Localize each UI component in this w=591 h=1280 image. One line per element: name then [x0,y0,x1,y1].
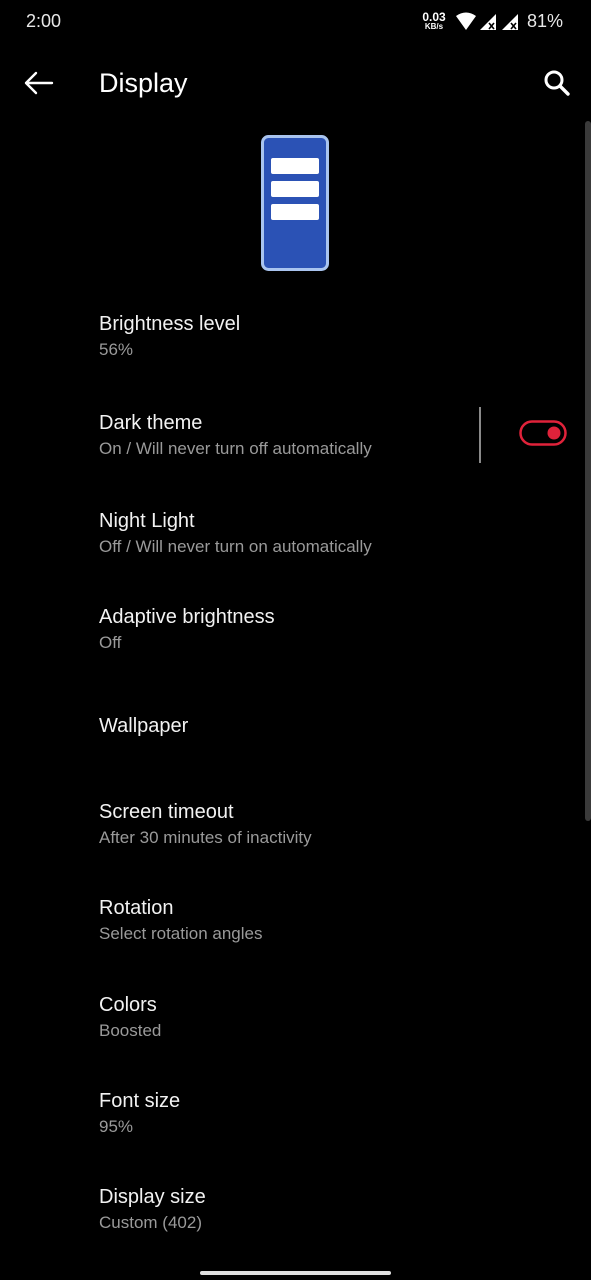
setting-subtitle: After 30 minutes of inactivity [99,828,312,847]
setting-subtitle: Boosted [99,1021,162,1040]
setting-title: Screen timeout [99,801,234,823]
setting-subtitle: 56% [99,340,134,359]
back-button[interactable] [20,64,58,102]
setting-title: Rotation [99,897,174,919]
setting-title: Font size [99,1090,181,1112]
setting-title: Wallpaper [99,715,189,737]
setting-adaptive-brightness[interactable]: Adaptive brightness Off [99,605,275,654]
setting-title: Display size [99,1186,206,1208]
battery-percent: 81% [527,11,564,31]
setting-colors[interactable]: Colors Boosted [99,993,161,1042]
setting-screen-timeout[interactable]: Screen timeout After 30 minutes of inact… [99,800,312,849]
setting-subtitle: Off [99,633,122,652]
wifi-icon [456,12,476,30]
setting-dark-theme[interactable]: Dark theme On / Will never turn off auto… [99,411,372,460]
setting-subtitle: On / Will never turn off automatically [99,439,372,458]
network-speed-value: 0.03 [422,10,446,24]
page-title: Display [99,68,188,98]
setting-title: Dark theme [99,412,203,434]
search-button[interactable] [540,66,574,100]
setting-title: Adaptive brightness [99,606,275,628]
divider [479,407,481,463]
setting-subtitle: Off / Will never turn on automatically [99,537,372,556]
setting-night-light[interactable]: Night Light Off / Will never turn on aut… [99,509,372,558]
setting-font-size[interactable]: Font size 95% [99,1089,180,1138]
home-indicator[interactable] [200,1271,391,1275]
setting-title: Colors [99,994,157,1016]
setting-subtitle: 95% [99,1117,134,1136]
setting-display-size[interactable]: Display size Custom (402) [99,1185,206,1234]
search-icon [544,70,570,96]
setting-brightness-level[interactable]: Brightness level 56% [99,312,240,361]
setting-rotation[interactable]: Rotation Select rotation angles [99,896,263,945]
dark-theme-toggle[interactable] [519,420,567,446]
setting-subtitle: Custom (402) [99,1213,202,1232]
app-bar: Display [0,48,591,120]
display-illustration-icon [261,135,329,271]
setting-title: Night Light [99,510,195,532]
scrollbar[interactable] [585,121,591,821]
status-icons [454,12,526,37]
network-speed: 0.03 KB/s [418,10,450,32]
status-bar: 2:00 0.03 KB/s 81% [0,0,591,44]
status-time: 2:00 [26,11,62,31]
setting-title: Brightness level [99,313,241,335]
arrow-left-icon [24,71,54,95]
setting-wallpaper[interactable]: Wallpaper [99,714,188,738]
setting-subtitle: Select rotation angles [99,924,263,943]
